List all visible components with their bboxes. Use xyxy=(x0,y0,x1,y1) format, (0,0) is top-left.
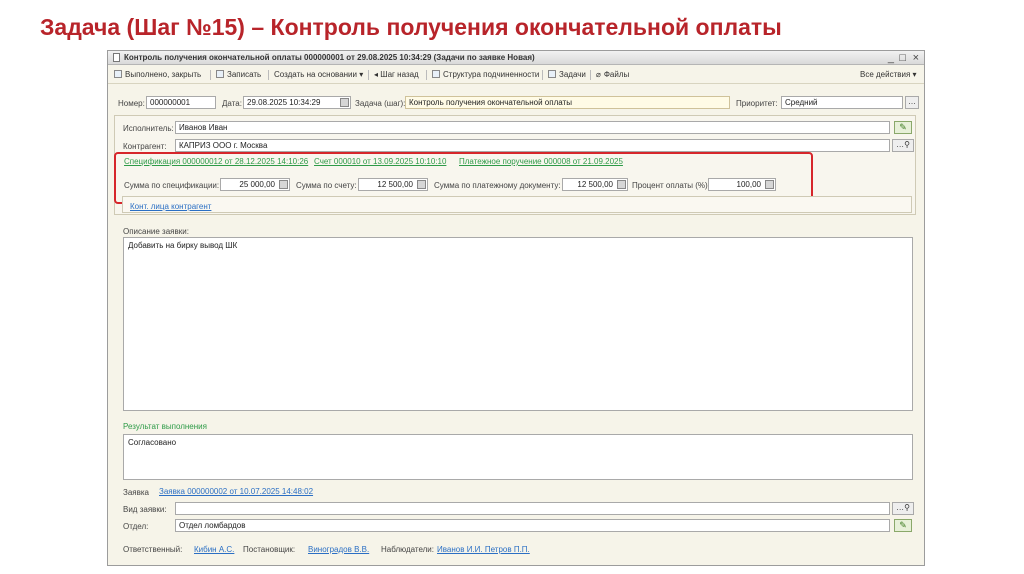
search-icon: ⚲ xyxy=(904,140,910,149)
contacts-link[interactable]: Конт. лица контрагент xyxy=(130,202,211,211)
request-type-field[interactable] xyxy=(175,502,890,515)
task-label: Задача (шаг): xyxy=(355,99,406,108)
pencil-icon: ✎ xyxy=(899,520,907,530)
request-type-label: Вид заявки: xyxy=(123,505,167,514)
priority-label: Приоритет: xyxy=(736,99,778,108)
minimize-button[interactable]: _ xyxy=(888,51,894,65)
pencil-icon: ✎ xyxy=(899,122,907,132)
save-icon xyxy=(216,70,224,78)
tasks-button[interactable]: Задачи xyxy=(548,70,586,79)
contractor-label: Контрагент: xyxy=(123,142,167,151)
edit-department-button[interactable]: ✎ xyxy=(894,519,912,532)
structure-icon xyxy=(432,70,440,78)
all-actions-button[interactable]: Все действия ▾ xyxy=(860,70,917,79)
assigner-label: Постановщик: xyxy=(243,545,296,554)
task-field[interactable]: Контроль получения окончательной оплаты xyxy=(405,96,730,109)
contacts-panel xyxy=(122,196,912,213)
save-button[interactable]: Записать xyxy=(216,70,261,79)
slide-title: Задача (Шаг №15) – Контроль получения ок… xyxy=(40,14,782,40)
observers-label: Наблюдатели: xyxy=(381,545,434,554)
calendar-icon[interactable] xyxy=(340,98,349,107)
check-icon xyxy=(114,70,122,78)
priority-field[interactable]: Средний xyxy=(781,96,903,109)
responsible-link[interactable]: Кибин А.С. xyxy=(194,545,234,554)
department-field[interactable]: Отдел ломбардов xyxy=(175,519,890,532)
request-type-select-button[interactable]: …⚲ xyxy=(892,502,914,515)
create-based-button[interactable]: Создать на основании ▾ xyxy=(274,70,363,79)
close-button[interactable]: × xyxy=(913,51,919,65)
paperclip-icon: ⌀ xyxy=(596,70,601,79)
assigner-link[interactable]: Виноградов В.В. xyxy=(308,545,369,554)
executor-label: Исполнитель: xyxy=(123,124,174,133)
contractor-field[interactable]: КАПРИЗ ООО г. Москва xyxy=(175,139,890,152)
result-textarea[interactable]: Согласовано xyxy=(123,434,913,480)
number-field[interactable]: 000000001 xyxy=(146,96,216,109)
step-back-button[interactable]: ◂ Шаг назад xyxy=(374,70,419,79)
toolbar: Выполнено, закрыть Записать Создать на о… xyxy=(108,66,924,84)
contractor-select-button[interactable]: …⚲ xyxy=(892,139,914,152)
maximize-button[interactable]: □ xyxy=(899,51,906,65)
structure-button[interactable]: Структура подчиненности xyxy=(432,70,539,79)
search-icon: ⚲ xyxy=(904,503,910,512)
priority-select-button[interactable]: … xyxy=(905,96,919,109)
request-label: Заявка xyxy=(123,488,149,497)
number-label: Номер: xyxy=(118,99,145,108)
date-label: Дата: xyxy=(222,99,242,108)
date-field[interactable]: 29.08.2025 10:34:29 xyxy=(243,96,351,109)
description-textarea[interactable]: Добавить на бирку вывод ШК xyxy=(123,237,913,411)
observers-link[interactable]: Иванов И.И. Петров П.П. xyxy=(437,545,530,554)
executor-field[interactable]: Иванов Иван xyxy=(175,121,890,134)
window-title: Контроль получения окончательной оплаты … xyxy=(124,53,535,62)
edit-executor-button[interactable]: ✎ xyxy=(894,121,912,134)
done-close-button[interactable]: Выполнено, закрыть xyxy=(114,70,201,79)
files-button[interactable]: ⌀ Файлы xyxy=(596,70,629,79)
department-label: Отдел: xyxy=(123,522,149,531)
document-icon xyxy=(113,53,120,62)
tasks-icon xyxy=(548,70,556,78)
responsible-label: Ответственный: xyxy=(123,545,183,554)
request-link[interactable]: Заявка 000000002 от 10.07.2025 14:48:02 xyxy=(159,487,313,496)
result-label: Результат выполнения xyxy=(123,422,207,431)
window-titlebar: Контроль получения окончательной оплаты … xyxy=(108,51,924,65)
document-window: Контроль получения окончательной оплаты … xyxy=(107,50,925,566)
description-label: Описание заявки: xyxy=(123,227,189,236)
